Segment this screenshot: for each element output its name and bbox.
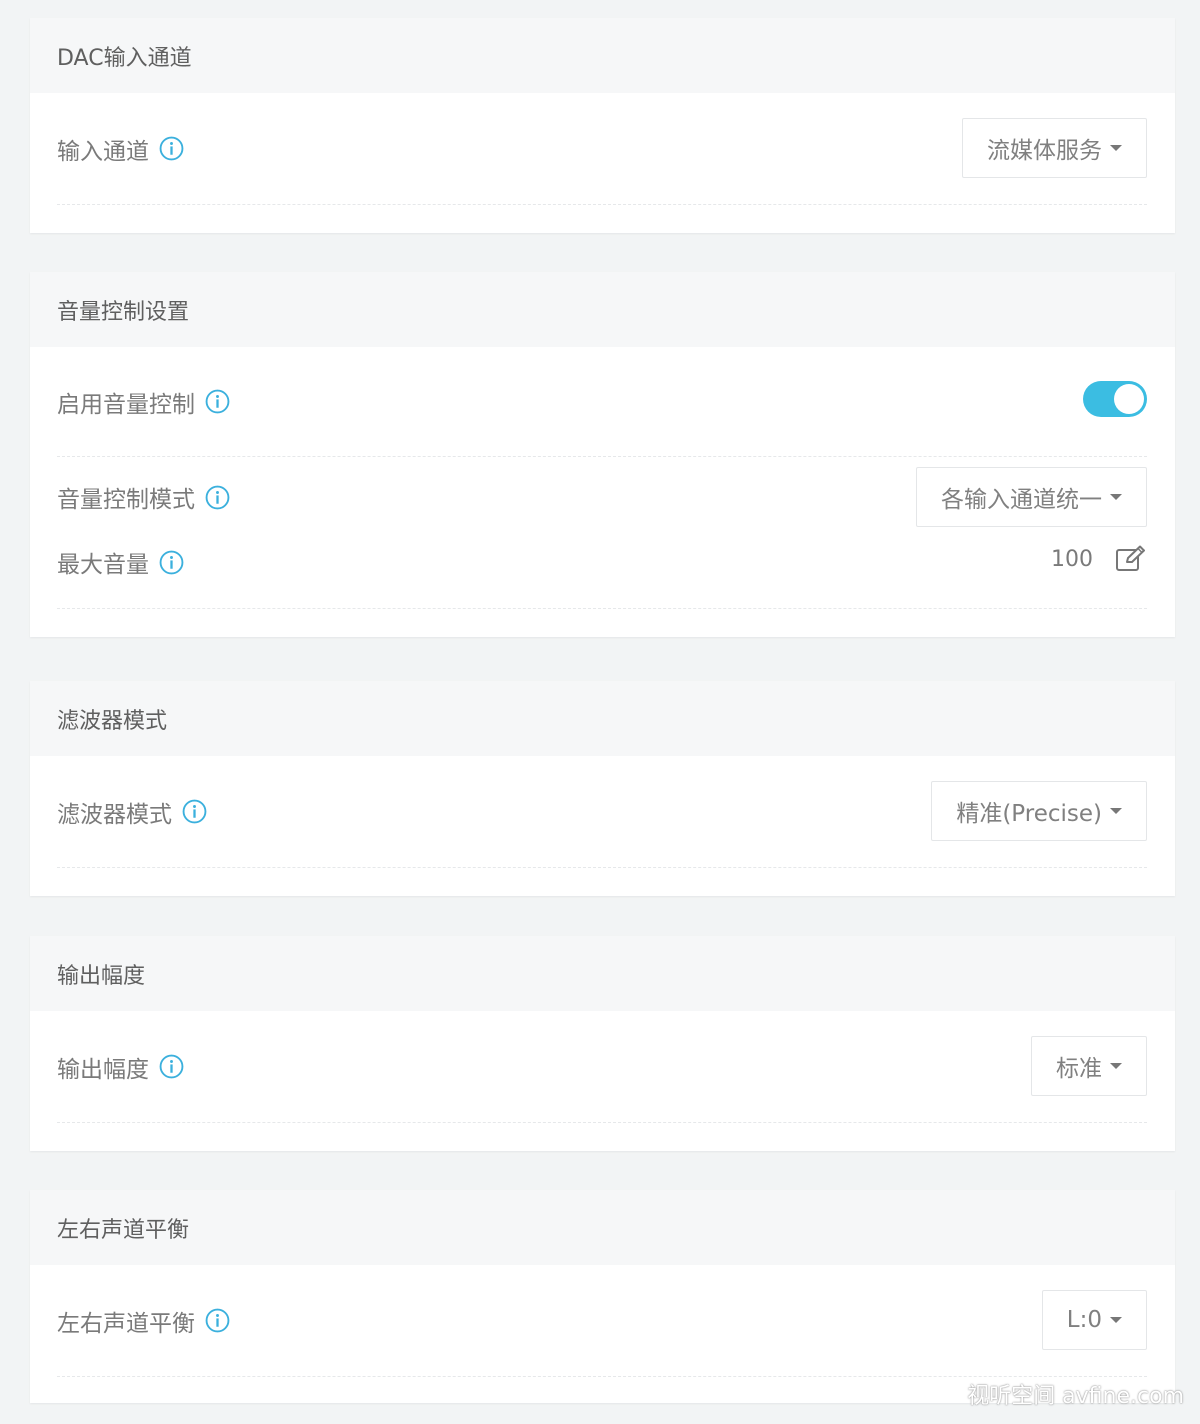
info-circle-icon[interactable] <box>159 1054 184 1079</box>
watermark: 视听空间 avfine.com <box>967 1384 1184 1409</box>
output-amplitude-select[interactable]: 标准 <box>1031 1035 1147 1096</box>
edit-icon[interactable] <box>1115 545 1147 573</box>
toggle-knob <box>1114 383 1144 414</box>
caret-down-icon <box>1110 1062 1122 1069</box>
output-amplitude-select-value: 标准 <box>1056 1055 1102 1082</box>
info-circle-icon[interactable] <box>205 485 230 510</box>
input-channel-select[interactable]: 流媒体服务 <box>962 117 1147 178</box>
label-channel-balance: 左右声道平衡 <box>57 1310 195 1337</box>
panel-filter-mode: 滤波器模式 滤波器模式 精准(Precise) <box>30 681 1175 896</box>
info-circle-icon[interactable] <box>205 1308 230 1333</box>
panel-title-output-amplitude: 输出幅度 <box>30 936 1175 1011</box>
panel-dac-input: DAC输入通道 输入通道 流媒体服务 <box>30 18 1175 233</box>
row-filter-mode: 滤波器模式 精准(Precise) <box>57 756 1147 868</box>
input-channel-select-value: 流媒体服务 <box>987 137 1102 164</box>
caret-down-icon <box>1110 144 1122 151</box>
panel-volume-control: 音量控制设置 启用音量控制 音量控制模式 各输入通道统一 最大音量 100 <box>30 272 1175 637</box>
label-filter-mode: 滤波器模式 <box>57 801 172 828</box>
filter-mode-select-value: 精准(Precise) <box>956 800 1102 827</box>
volume-control-toggle[interactable] <box>1083 380 1147 417</box>
caret-down-icon <box>1110 494 1122 500</box>
row-volume-control-mode: 音量控制模式 各输入通道统一 <box>57 457 1147 537</box>
panel-output-amplitude: 输出幅度 输出幅度 标准 <box>30 936 1175 1151</box>
label-enable-volume-control: 启用音量控制 <box>57 391 195 418</box>
max-volume-value: 100 <box>1051 546 1093 572</box>
panel-title-channel-balance: 左右声道平衡 <box>30 1190 1175 1265</box>
row-output-amplitude: 输出幅度 标准 <box>57 1011 1147 1123</box>
volume-control-mode-select-value: 各输入通道统一 <box>941 487 1102 513</box>
row-input-channel: 输入通道 流媒体服务 <box>57 93 1147 205</box>
panel-title-filter-mode: 滤波器模式 <box>30 681 1175 756</box>
panel-channel-balance: 左右声道平衡 左右声道平衡 L:0 <box>30 1190 1175 1403</box>
caret-down-icon <box>1110 1316 1122 1323</box>
label-input-channel: 输入通道 <box>57 138 149 165</box>
caret-down-icon <box>1110 807 1122 814</box>
channel-balance-select[interactable]: L:0 <box>1041 1289 1147 1350</box>
filter-mode-select[interactable]: 精准(Precise) <box>931 780 1147 841</box>
info-circle-icon[interactable] <box>159 550 184 575</box>
panel-title-dac-input: DAC输入通道 <box>30 18 1175 93</box>
info-circle-icon[interactable] <box>205 389 230 414</box>
row-channel-balance: 左右声道平衡 L:0 <box>57 1265 1147 1377</box>
label-max-volume: 最大音量 <box>57 552 149 578</box>
info-circle-icon[interactable] <box>159 136 184 161</box>
row-max-volume: 最大音量 100 <box>57 537 1147 609</box>
label-output-amplitude: 输出幅度 <box>57 1056 149 1083</box>
info-circle-icon[interactable] <box>182 799 207 824</box>
label-volume-control-mode: 音量控制模式 <box>57 487 195 513</box>
channel-balance-select-value: L:0 <box>1066 1306 1102 1333</box>
row-enable-volume-control: 启用音量控制 <box>57 347 1147 457</box>
panel-title-volume-control: 音量控制设置 <box>30 272 1175 347</box>
volume-control-mode-select[interactable]: 各输入通道统一 <box>916 467 1147 527</box>
